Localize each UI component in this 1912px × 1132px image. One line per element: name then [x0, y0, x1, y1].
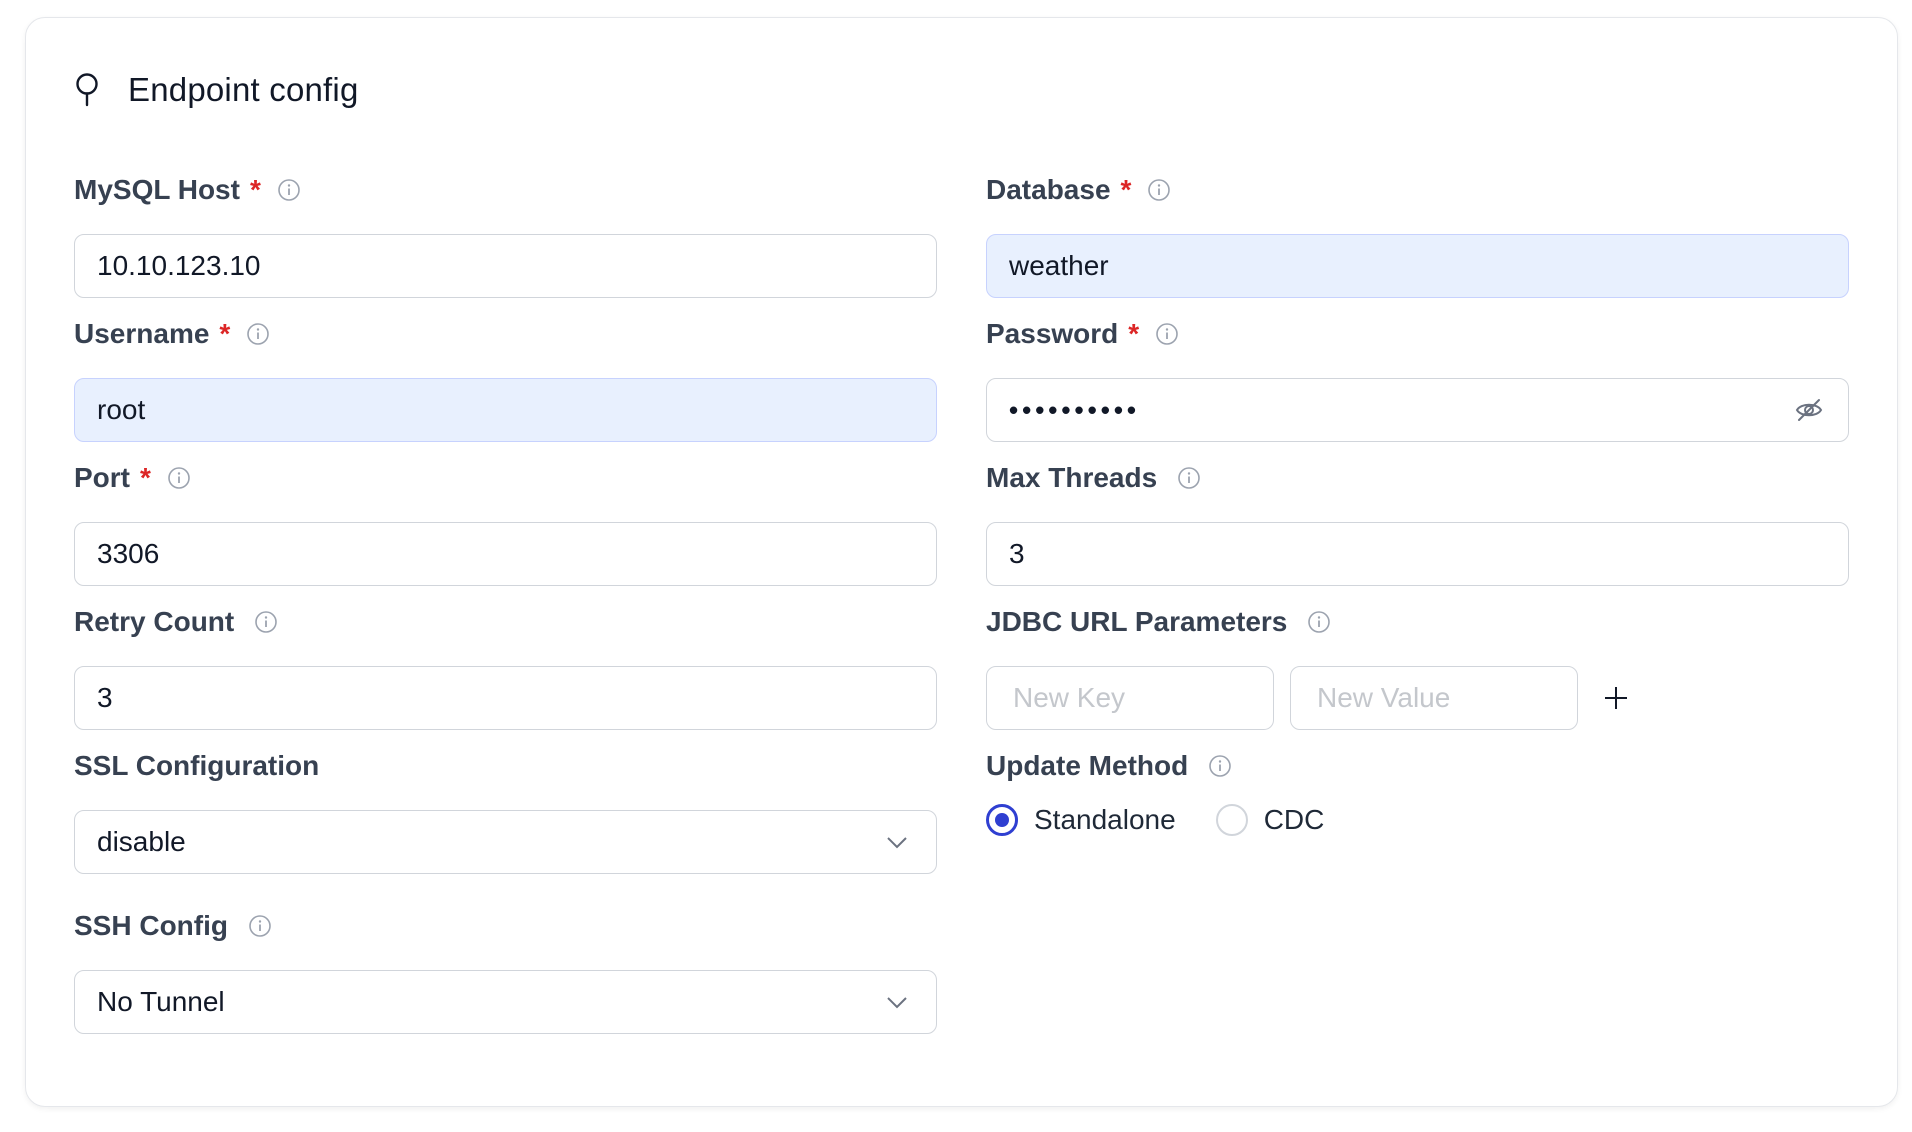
username-label: Username — [74, 318, 210, 349]
port-value: 3306 — [97, 538, 160, 569]
update-method-field: Update Method Standalone CDC — [986, 746, 1849, 836]
database-label: Database — [986, 174, 1111, 205]
port-field: Port * 3306 — [74, 458, 937, 586]
ssh-config-select[interactable]: No Tunnel — [74, 970, 937, 1034]
ssl-config-value: disable — [97, 826, 186, 857]
port-label: Port — [74, 462, 130, 493]
retry-count-value: 3 — [97, 682, 113, 713]
max-threads-value: 3 — [1009, 538, 1025, 569]
info-icon[interactable] — [248, 914, 272, 938]
radio-circle — [1215, 804, 1248, 836]
info-icon[interactable] — [1147, 178, 1171, 202]
jdbc-url-params-label: JDBC URL Parameters — [986, 606, 1288, 637]
retry-count-field: Retry Count 3 — [74, 602, 937, 730]
radio-label: CDC — [1263, 804, 1325, 835]
chevron-down-icon — [880, 825, 914, 859]
required-asterisk: * — [249, 174, 261, 205]
database-field: Database * weather — [986, 170, 1849, 298]
ssl-config-select[interactable]: disable — [74, 810, 937, 874]
required-asterisk: * — [1128, 318, 1140, 349]
info-icon[interactable] — [277, 178, 301, 202]
username-value: root — [97, 394, 146, 425]
password-input[interactable]: •••••••••• — [986, 378, 1849, 442]
info-icon[interactable] — [1155, 322, 1179, 346]
port-input[interactable]: 3306 — [74, 522, 937, 586]
database-value: weather — [1009, 250, 1109, 281]
password-field: Password * •••••••••• — [986, 314, 1849, 442]
password-value: •••••••••• — [1009, 394, 1141, 425]
ssl-config-label: SSL Configuration — [74, 750, 320, 781]
radio-label: Standalone — [1034, 804, 1176, 835]
username-input[interactable]: root — [74, 378, 937, 442]
info-icon[interactable] — [254, 610, 278, 634]
radio-circle — [986, 804, 1018, 836]
mysql-host-label: MySQL Host — [74, 174, 240, 205]
max-threads-input[interactable]: 3 — [986, 522, 1849, 586]
jdbc-url-params-field: JDBC URL Parameters — [986, 602, 1849, 730]
jdbc-value-input-box — [1290, 666, 1578, 730]
username-field: Username * root — [74, 314, 937, 442]
required-asterisk: * — [140, 462, 151, 493]
database-input[interactable]: weather — [986, 234, 1849, 298]
card-header: Endpoint config — [74, 70, 359, 110]
radio-standalone[interactable]: Standalone — [986, 804, 1176, 836]
add-parameter-button[interactable] — [1596, 678, 1636, 718]
mysql-host-field: MySQL Host * 10.10.123.10 — [74, 170, 937, 298]
info-icon[interactable] — [246, 322, 270, 346]
required-asterisk: * — [1120, 174, 1132, 205]
jdbc-new-value-input[interactable] — [1315, 681, 1553, 715]
eye-off-icon[interactable] — [1792, 393, 1826, 427]
required-asterisk: * — [219, 318, 231, 349]
ssh-config-field: SSH Config No Tunnel — [74, 906, 937, 1034]
ssl-config-field: SSL Configuration disable — [74, 746, 937, 874]
info-icon[interactable] — [1177, 466, 1201, 490]
jdbc-key-input-box — [986, 666, 1274, 730]
ssh-config-value: No Tunnel — [97, 986, 225, 1017]
card-title: Endpoint config — [128, 71, 359, 108]
retry-count-input[interactable]: 3 — [74, 666, 937, 730]
radio-cdc[interactable]: CDC — [1215, 804, 1325, 836]
mysql-host-input[interactable]: 10.10.123.10 — [74, 234, 937, 298]
endpoint-config-card: Endpoint config MySQL Host * 10.10.123.1… — [25, 17, 1898, 1107]
update-method-label: Update Method — [986, 750, 1189, 781]
update-method-radio-group: Standalone CDC — [986, 804, 1364, 836]
info-icon[interactable] — [167, 466, 191, 490]
info-icon[interactable] — [1208, 754, 1232, 778]
jdbc-new-key-input[interactable] — [1011, 681, 1249, 715]
password-label: Password — [986, 318, 1119, 349]
max-threads-label: Max Threads — [986, 462, 1158, 493]
max-threads-field: Max Threads 3 — [986, 458, 1849, 586]
plus-icon — [1605, 687, 1627, 709]
chevron-down-icon — [880, 985, 914, 1019]
retry-count-label: Retry Count — [74, 606, 235, 637]
mysql-host-value: 10.10.123.10 — [97, 250, 261, 281]
pin-icon — [74, 70, 104, 110]
info-icon[interactable] — [1307, 610, 1331, 634]
ssh-config-label: SSH Config — [74, 910, 228, 941]
